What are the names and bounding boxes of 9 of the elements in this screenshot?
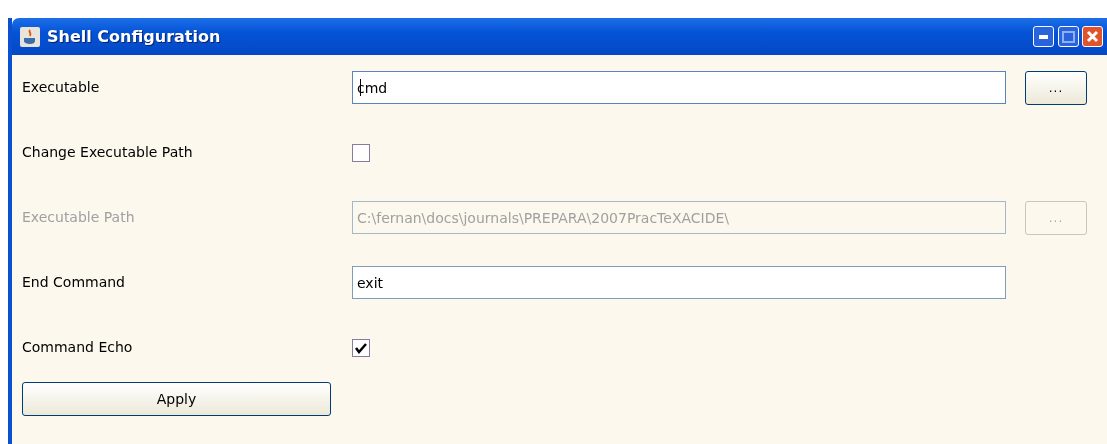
window-title: Shell Configuration — [47, 25, 222, 48]
field-label: Change Executable Path — [22, 143, 194, 162]
field-label: Executable Path — [22, 208, 136, 227]
text-field[interactable]: exit — [352, 266, 1006, 299]
field-label: End Command — [22, 273, 126, 292]
apply-button[interactable]: Apply — [22, 382, 331, 416]
field-label: Executable — [22, 78, 101, 97]
browse-button[interactable]: ... — [1025, 70, 1087, 105]
field-label: Command Echo — [22, 338, 134, 357]
